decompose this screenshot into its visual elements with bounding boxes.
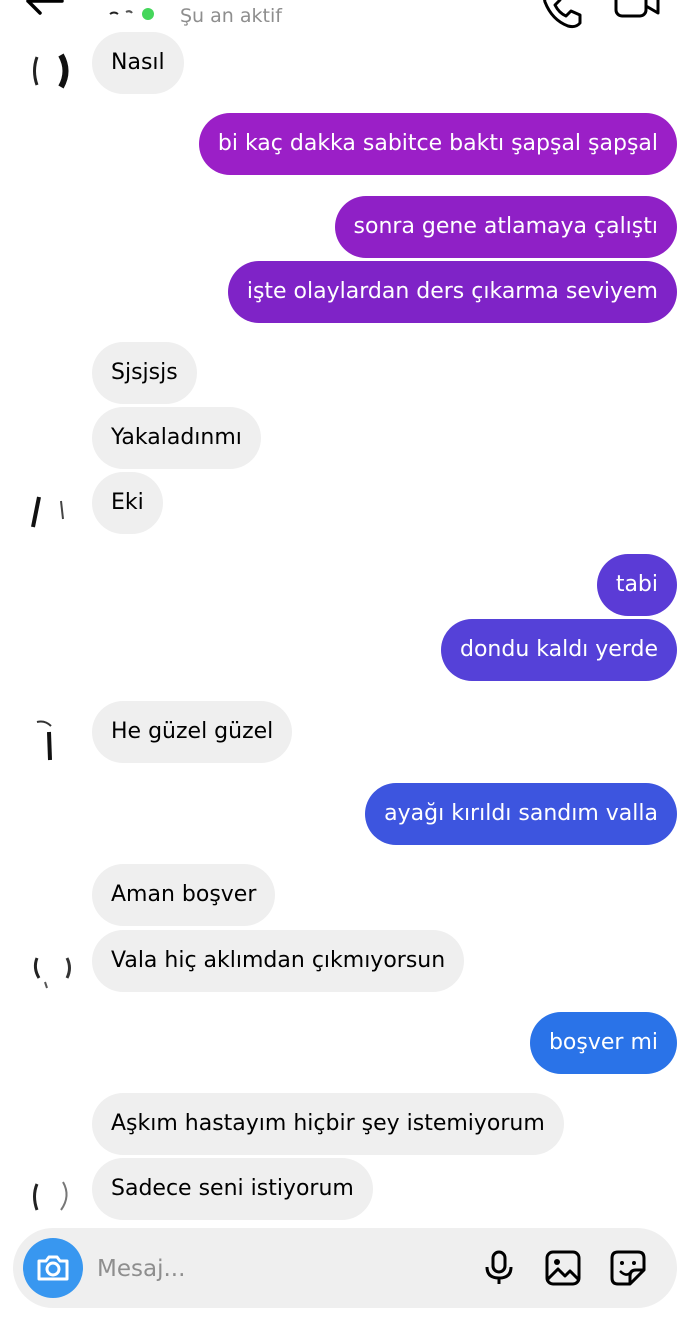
message-bubble-incoming[interactable]: Sadece seni istiyorum	[92, 1158, 373, 1220]
message-bubble-outgoing[interactable]: işte olaylardan ders çıkarma seviyem	[227, 261, 677, 323]
sender-avatar[interactable]	[27, 47, 75, 95]
message-text: Sjsjsjs	[111, 360, 178, 385]
message-bubble-incoming[interactable]: Yakaladınmı	[92, 407, 261, 469]
message-text: Aman boşver	[111, 882, 257, 907]
message-bubble-incoming[interactable]: He güzel güzel	[92, 701, 293, 763]
camera-icon	[37, 1255, 69, 1281]
message-text: Aşkım hastayım hiçbir şey istemiyorum	[111, 1111, 545, 1136]
message-bubble-incoming[interactable]: Eki	[92, 472, 163, 534]
active-status: Şu an aktif	[180, 5, 282, 27]
sender-avatar[interactable]	[27, 487, 75, 535]
message-bubble-outgoing[interactable]: ayağı kırıldı sandım valla	[365, 783, 677, 845]
sender-avatar[interactable]	[27, 716, 75, 764]
message-bubble-outgoing[interactable]: dondu kaldı yerde	[441, 619, 677, 681]
message-input[interactable]	[95, 1248, 459, 1290]
phone-call-icon[interactable]	[540, 0, 584, 34]
message-text: dondu kaldı yerde	[460, 637, 658, 662]
message-bubble-incoming[interactable]: Aman boşver	[92, 864, 276, 926]
message-text: He güzel güzel	[111, 719, 274, 744]
gallery-icon	[545, 1250, 581, 1286]
message-text: Yakaladınmı	[111, 425, 242, 450]
sticker-button[interactable]	[609, 1249, 647, 1287]
message-text: Eki	[111, 490, 144, 515]
microphone-button[interactable]	[480, 1249, 518, 1287]
message-bubble-outgoing[interactable]: boşver mi	[529, 1012, 677, 1074]
message-text: işte olaylardan ders çıkarma seviyem	[246, 279, 658, 304]
message-bubble-incoming[interactable]: Nasıl	[92, 32, 184, 94]
message-text: boşver mi	[548, 1030, 658, 1055]
microphone-icon	[485, 1250, 513, 1284]
message-text: Sadece seni istiyorum	[111, 1176, 354, 1201]
message-bubble-incoming[interactable]: Aşkım hastayım hiçbir şey istemiyorum	[92, 1093, 564, 1155]
sticker-icon	[610, 1250, 646, 1286]
message-text: ayağı kırıldı sandım valla	[384, 801, 658, 826]
message-text: sonra gene atlamaya çalıştı	[353, 214, 658, 239]
sender-avatar[interactable]	[27, 944, 75, 992]
message-text: Nasıl	[111, 50, 165, 75]
sender-avatar[interactable]	[27, 1172, 75, 1220]
back-arrow-icon[interactable]	[22, 0, 66, 22]
message-text: bi kaç dakka sabitce baktı şapşal şapşal	[217, 131, 658, 156]
camera-button[interactable]	[23, 1238, 83, 1298]
message-bubble-incoming[interactable]: Vala hiç aklımdan çıkmıyorsun	[92, 930, 465, 992]
message-bubble-incoming[interactable]: Sjsjsjs	[92, 342, 197, 404]
contact-avatar[interactable]	[104, 2, 164, 32]
message-bubble-outgoing[interactable]: bi kaç dakka sabitce baktı şapşal şapşal	[198, 113, 677, 175]
message-composer	[13, 1228, 677, 1308]
chat-header: Şu an aktif	[0, 0, 690, 34]
message-bubble-outgoing[interactable]: sonra gene atlamaya çalıştı	[334, 196, 677, 258]
message-bubble-outgoing[interactable]: tabi	[596, 554, 677, 616]
message-text: tabi	[615, 572, 658, 597]
video-call-icon[interactable]	[612, 0, 662, 26]
gallery-button[interactable]	[544, 1249, 582, 1287]
message-text: Vala hiç aklımdan çıkmıyorsun	[111, 948, 446, 973]
